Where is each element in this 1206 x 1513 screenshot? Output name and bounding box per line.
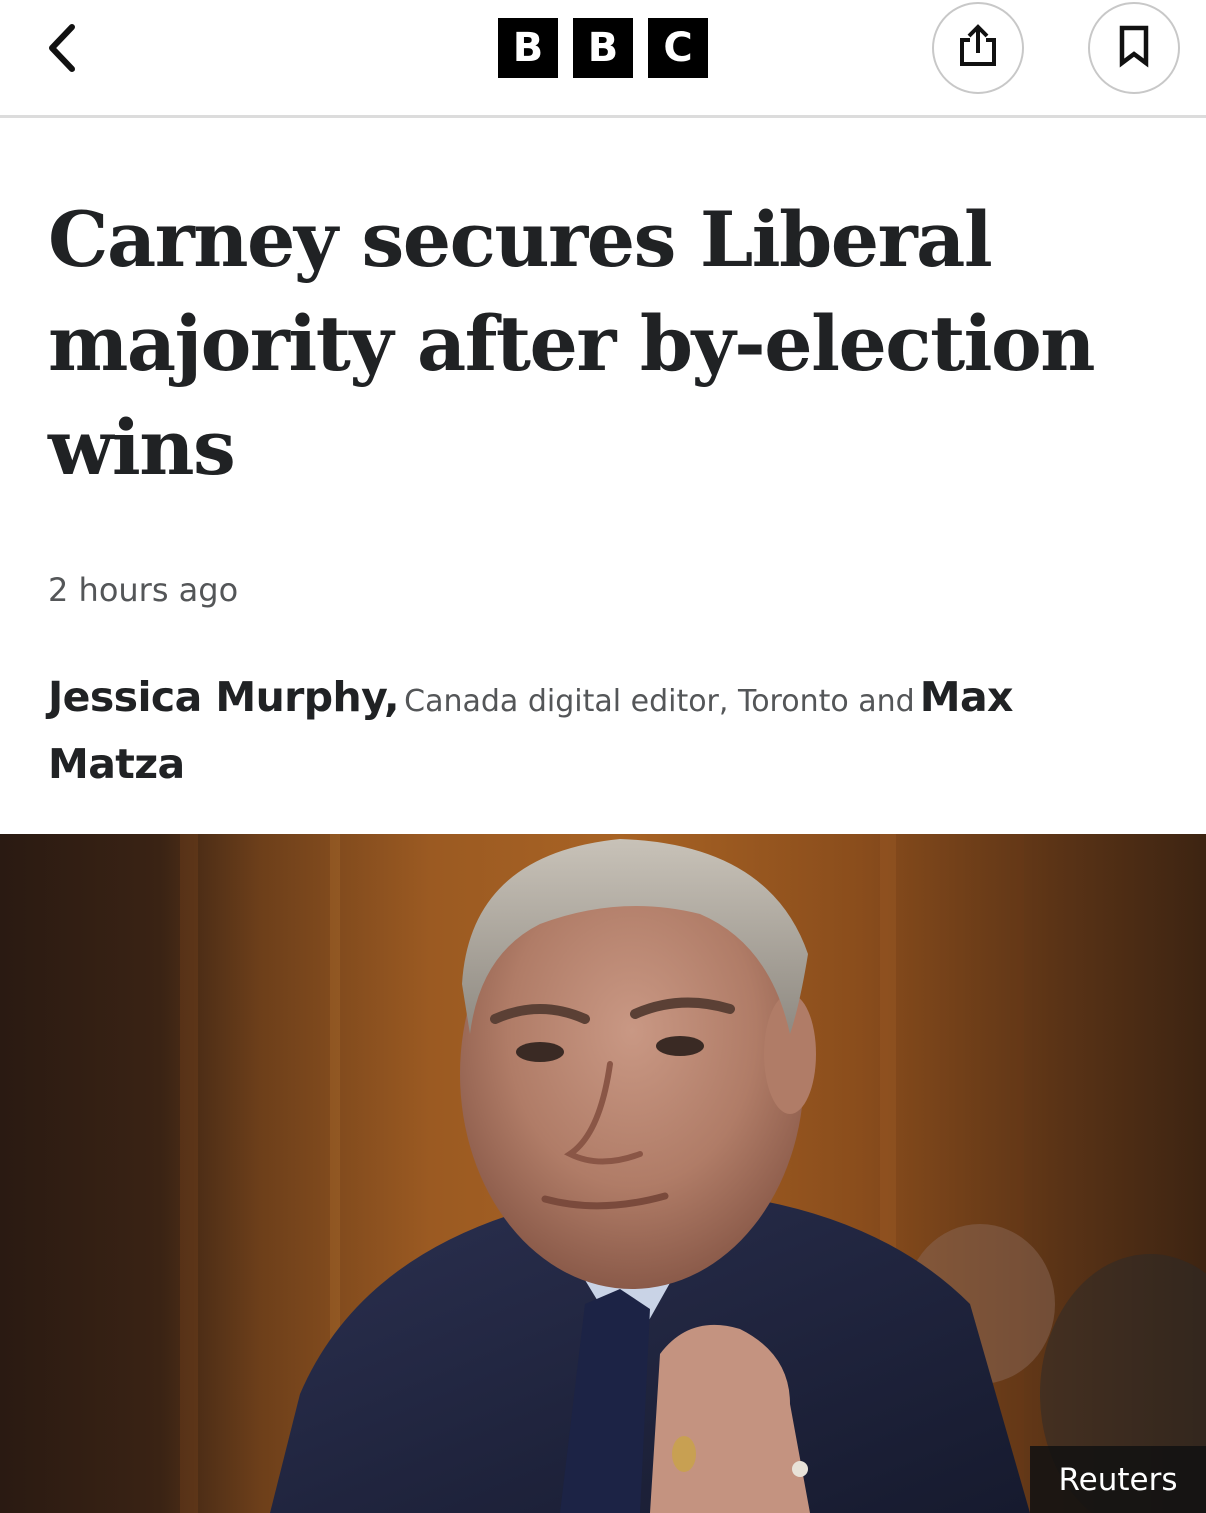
share-icon xyxy=(956,22,1000,74)
article-byline: Jessica Murphy, Canada digital editor, T… xyxy=(48,668,1158,802)
article-page: B B C Carney secures Liberal majority af… xyxy=(0,0,1206,1513)
bookmark-icon xyxy=(1117,24,1151,72)
bbc-logo[interactable]: B B C xyxy=(498,18,708,78)
image-credit: Reuters xyxy=(1030,1446,1206,1513)
chevron-left-icon xyxy=(42,22,82,78)
author-role: Canada digital editor, Toronto and xyxy=(404,684,915,719)
bookmark-button[interactable] xyxy=(1088,2,1180,94)
hero-photo-illustration xyxy=(180,834,1206,1513)
logo-letter: C xyxy=(648,18,708,78)
article-timestamp: 2 hours ago xyxy=(48,571,239,609)
logo-letter: B xyxy=(573,18,633,78)
share-button[interactable] xyxy=(932,2,1024,94)
author-name: Jessica Murphy, xyxy=(48,673,400,721)
back-button[interactable] xyxy=(30,18,94,82)
logo-letter: B xyxy=(498,18,558,78)
article-headline: Carney secures Liberal majority after by… xyxy=(48,195,1096,492)
hero-image[interactable]: Reuters xyxy=(0,834,1206,1513)
top-bar: B B C xyxy=(0,0,1206,118)
